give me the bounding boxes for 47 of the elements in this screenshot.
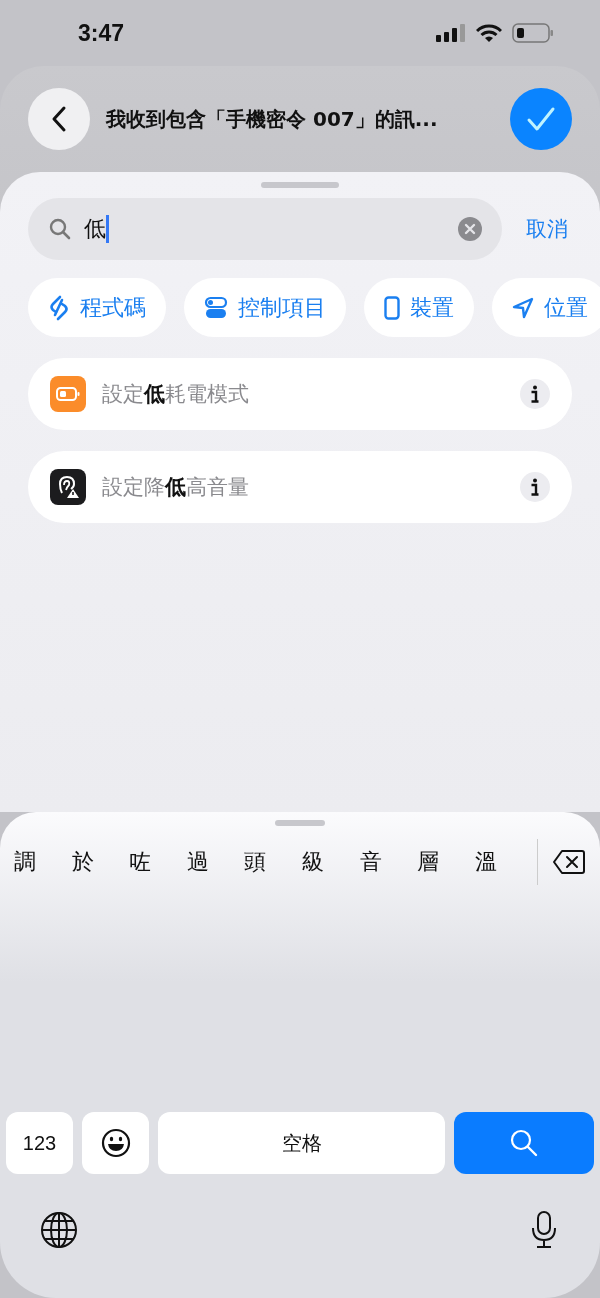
info-button[interactable] (520, 379, 550, 409)
result-title: 設定低耗電模式 (102, 381, 250, 408)
candidate-character[interactable]: 頭 (244, 847, 302, 877)
clear-icon[interactable] (458, 217, 482, 241)
candidate-character[interactable]: 咗 (129, 847, 187, 877)
wifi-icon (476, 23, 502, 43)
candidate-character[interactable]: 調 (14, 847, 72, 877)
info-icon (530, 385, 540, 403)
delete-icon[interactable] (552, 849, 586, 875)
signal-icon (436, 24, 466, 42)
category-chip[interactable]: 位置 (492, 278, 600, 337)
cancel-button[interactable]: 取消 (522, 215, 572, 243)
status-time: 3:47 (78, 19, 125, 47)
space-key[interactable]: 空格 (158, 1112, 445, 1174)
phone-icon (384, 295, 400, 320)
info-icon (530, 478, 540, 496)
search-icon (48, 217, 72, 241)
category-chip[interactable]: 控制項目 (184, 278, 346, 337)
category-chip[interactable]: 裝置 (364, 278, 474, 337)
candidate-character[interactable]: 級 (301, 847, 360, 877)
battery-app-icon (50, 376, 86, 412)
location-arrow-icon (512, 296, 534, 319)
info-button[interactable] (520, 472, 550, 502)
category-chip[interactable]: 程式碼 (28, 278, 166, 337)
result-title: 設定降低高音量 (102, 474, 250, 501)
candidate-character[interactable]: 溫 (474, 847, 533, 877)
link-icon (48, 294, 70, 321)
candidate-character[interactable]: 於 (71, 847, 130, 877)
chevron-left-icon (50, 105, 68, 133)
globe-icon[interactable] (40, 1211, 78, 1249)
search-key[interactable] (454, 1112, 594, 1174)
microphone-icon[interactable] (530, 1210, 558, 1250)
ear-warning-icon (50, 469, 86, 505)
smiley-icon (100, 1128, 131, 1158)
result-row[interactable]: 設定低耗電模式 (28, 358, 572, 430)
numbers-key[interactable]: 123 (6, 1112, 73, 1174)
candidate-character[interactable]: 層 (417, 847, 475, 877)
battery-icon (512, 23, 554, 43)
shortcut-title: 我收到包含「手機密令 007」的訊... (106, 105, 439, 133)
search-icon (509, 1128, 539, 1158)
toggle-icon (204, 295, 228, 320)
candidate-character[interactable]: 音 (359, 847, 418, 877)
emoji-key[interactable] (82, 1112, 149, 1174)
checkmark-icon (526, 106, 556, 132)
search-field[interactable]: 低 (28, 198, 502, 260)
candidate-character[interactable]: 過 (186, 847, 245, 877)
result-row[interactable]: 設定降低高音量 (28, 451, 572, 523)
